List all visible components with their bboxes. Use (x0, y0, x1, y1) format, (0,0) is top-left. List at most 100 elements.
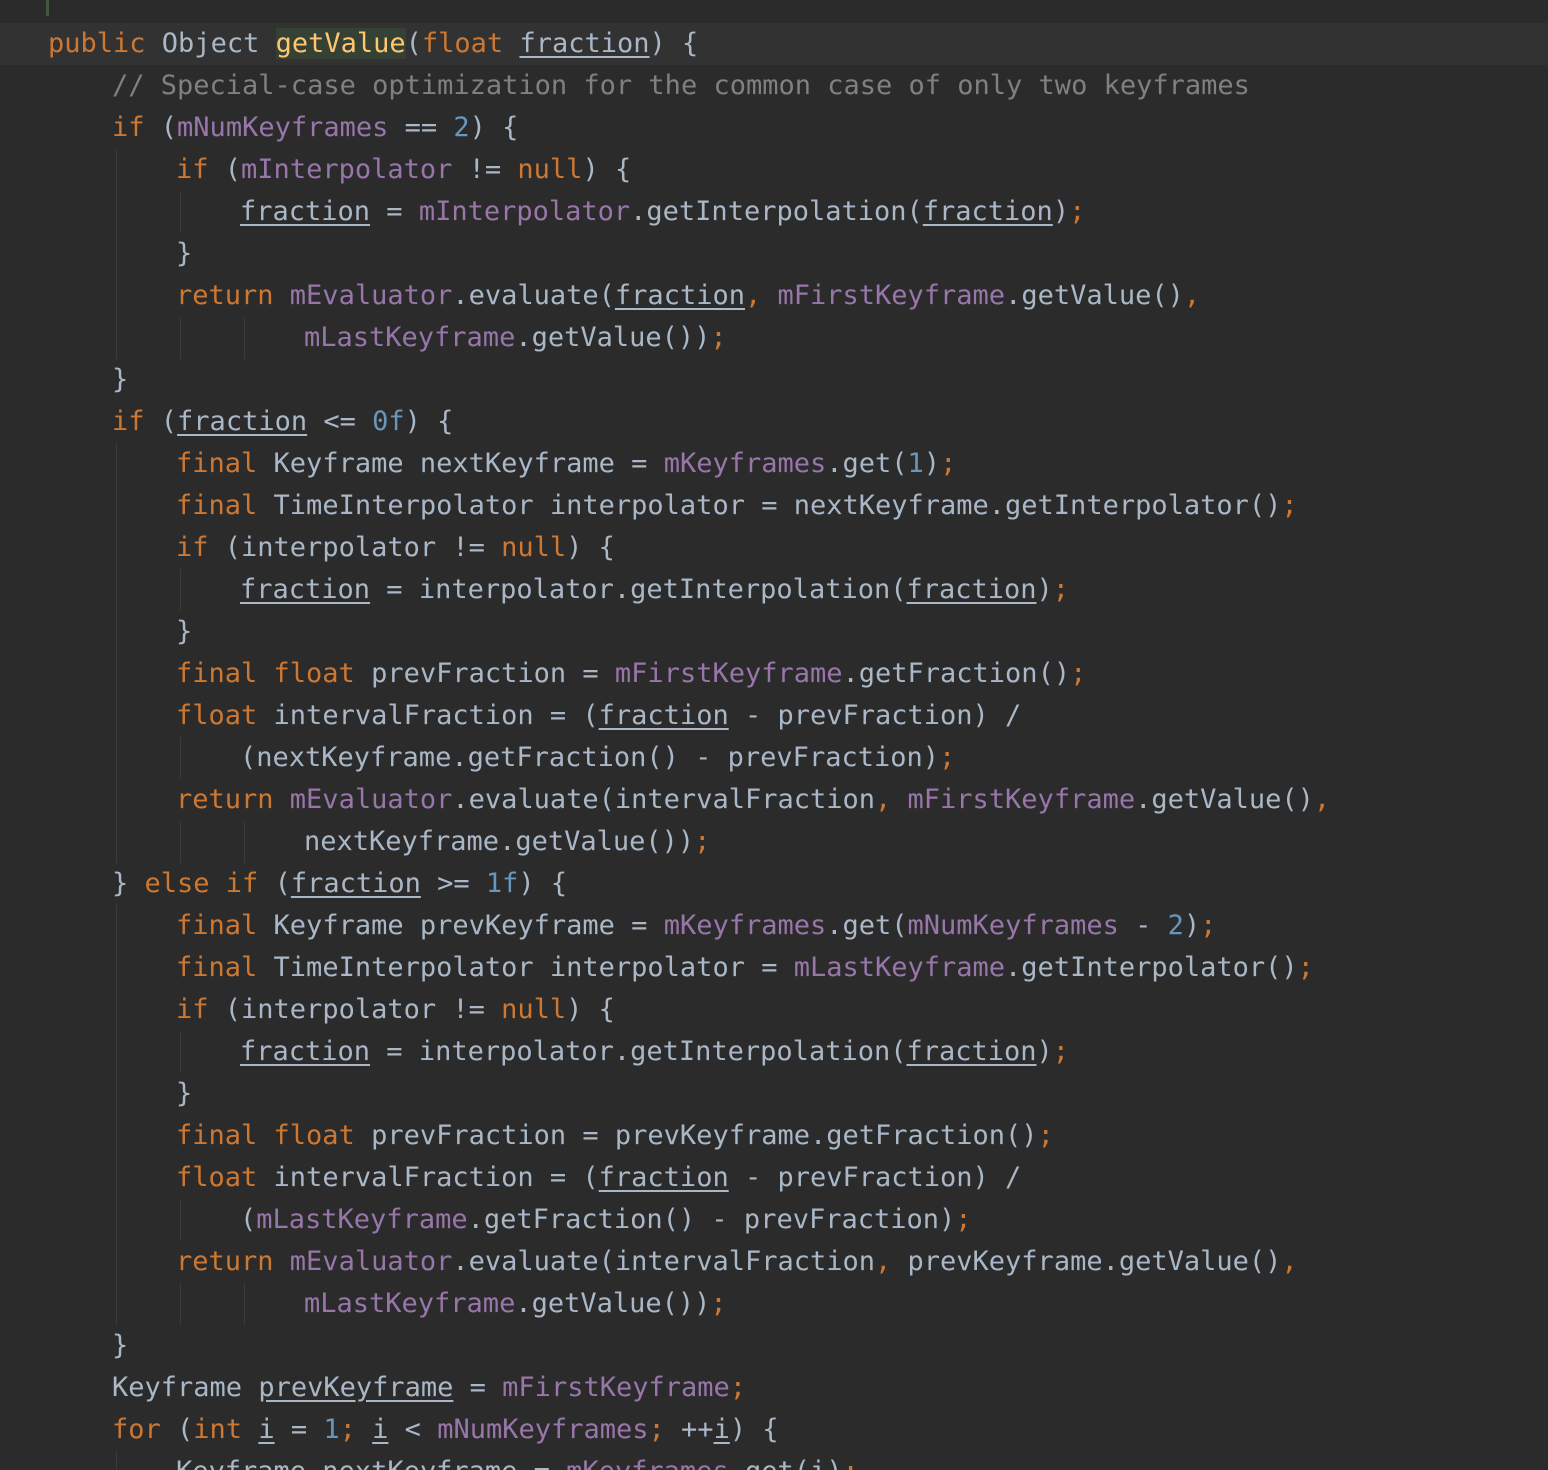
code-token: i (372, 1414, 389, 1445)
code-token: ; (938, 742, 956, 773)
code-line[interactable]: } else if (fraction >= 1f) { (0, 863, 1548, 905)
code-token: .evaluate( (452, 280, 615, 311)
code-line[interactable]: } (0, 233, 1548, 275)
previous-line-fragment (0, 0, 1548, 22)
code-line[interactable]: for (int i = 1; i < mNumKeyframes; ++i) … (0, 1409, 1548, 1451)
code-line[interactable]: if (interpolator != null) { (0, 527, 1548, 569)
code-token: fraction (922, 196, 1053, 227)
code-line[interactable]: final float prevFraction = mFirstKeyfram… (0, 653, 1548, 695)
code-token: , (875, 784, 908, 815)
code-token: } (176, 616, 193, 647)
code-text: public Object getValue(float fraction) { (48, 23, 698, 65)
code-line[interactable]: fraction = interpolator.getInterpolation… (0, 569, 1548, 611)
code-token: ( (160, 406, 178, 437)
code-token: , (1313, 784, 1331, 815)
code-token: .get( (826, 448, 908, 479)
code-line[interactable]: final Keyframe nextKeyframe = mKeyframes… (0, 443, 1548, 485)
code-token: int (193, 1414, 259, 1445)
code-token: ) (1036, 574, 1053, 605)
code-line[interactable]: } (0, 359, 1548, 401)
code-text: final Keyframe nextKeyframe = mKeyframes… (176, 443, 956, 485)
code-token: Object (161, 28, 276, 59)
code-text: float intervalFraction = (fraction - pre… (176, 1157, 1021, 1199)
code-token: .get( (826, 910, 908, 941)
code-token: ; (729, 1372, 747, 1403)
code-line[interactable]: // Special-case optimization for the com… (0, 65, 1548, 107)
code-token: fraction (614, 280, 745, 311)
code-token: intervalFraction = ( (273, 1162, 599, 1193)
code-line[interactable]: mLastKeyframe.getValue()); (0, 317, 1548, 359)
code-line[interactable]: final float prevFraction = prevKeyframe.… (0, 1115, 1548, 1157)
code-line[interactable]: public Object getValue(float fraction) { (0, 23, 1548, 65)
code-line[interactable]: } (0, 1073, 1548, 1115)
code-token: 1 (907, 448, 924, 479)
code-token: ; (1297, 952, 1314, 983)
code-line[interactable]: final TimeInterpolator interpolator = ne… (0, 485, 1548, 527)
code-token: (interpolator != (224, 994, 502, 1025)
code-text: nextKeyframe.getValue()); (304, 821, 710, 863)
code-token: prevKeyframe.getValue() (907, 1246, 1282, 1277)
code-token: ; (1200, 910, 1217, 941)
code-token: >= (420, 868, 486, 899)
code-line[interactable]: nextKeyframe.getValue()); (0, 821, 1548, 863)
code-line[interactable]: (nextKeyframe.getFraction() - prevFracti… (0, 737, 1548, 779)
code-token: return (176, 1246, 290, 1277)
code-token: .get( (729, 1456, 810, 1470)
code-line[interactable]: return mEvaluator.evaluate(fraction, mFi… (0, 275, 1548, 317)
code-token: ) (826, 1456, 842, 1470)
code-line[interactable]: fraction = interpolator.getInterpolation… (0, 1031, 1548, 1073)
code-line[interactable]: return mEvaluator.evaluate(intervalFract… (0, 779, 1548, 821)
code-line[interactable]: fraction = mInterpolator.getInterpolatio… (0, 191, 1548, 233)
code-token: final (176, 490, 274, 521)
code-token: for (112, 1414, 178, 1445)
code-token: ; (710, 322, 727, 353)
code-token: TimeInterpolator interpolator = (273, 952, 794, 983)
code-token: float (176, 700, 274, 731)
code-token: .getValue() (1135, 784, 1314, 815)
code-line[interactable]: Keyframe prevKeyframe = mFirstKeyframe; (0, 1367, 1548, 1409)
code-token: float (176, 1162, 274, 1193)
code-line[interactable]: } (0, 1325, 1548, 1367)
code-text: } (112, 1325, 128, 1367)
code-token: mEvaluator (289, 784, 453, 815)
code-editor[interactable]: public Object getValue(float fraction) {… (0, 0, 1548, 1470)
code-token: fraction (240, 196, 371, 227)
code-token: return (176, 784, 290, 815)
code-token: ; (1281, 490, 1298, 521)
code-line[interactable]: if (mNumKeyframes == 2) { (0, 107, 1548, 149)
code-line[interactable]: final Keyframe prevKeyframe = mKeyframes… (0, 905, 1548, 947)
code-line[interactable]: (mLastKeyframe.getFraction() - prevFract… (0, 1199, 1548, 1241)
code-token: mLastKeyframe (304, 322, 516, 353)
code-token: i (713, 1414, 730, 1445)
code-token: = (274, 1414, 324, 1445)
code-text: final TimeInterpolator interpolator = mL… (176, 947, 1314, 989)
code-line[interactable]: if (fraction <= 0f) { (0, 401, 1548, 443)
code-token: .getValue() (1005, 280, 1184, 311)
code-token: ( (405, 28, 422, 59)
code-text: Keyframe prevKeyframe = mFirstKeyframe; (112, 1367, 746, 1409)
code-token: ( (240, 1204, 257, 1235)
code-text: if (mNumKeyframes == 2) { (112, 107, 518, 149)
code-line[interactable]: Keyframe nextKeyframe = mKeyframes.get(i… (0, 1451, 1548, 1470)
code-token: fraction (290, 868, 421, 899)
code-line[interactable]: if (mInterpolator != null) { (0, 149, 1548, 191)
code-token: } (112, 868, 145, 899)
code-line[interactable]: } (0, 611, 1548, 653)
code-token: .getValue()) (515, 1288, 711, 1319)
code-token: fraction (177, 406, 308, 437)
code-token: ) { (566, 532, 615, 563)
code-text: if (interpolator != null) { (176, 527, 615, 569)
code-token: ; (1052, 574, 1070, 605)
code-line[interactable]: final TimeInterpolator interpolator = mL… (0, 947, 1548, 989)
code-token: = interpolator.getInterpolation( (370, 574, 907, 605)
code-token: , (1281, 1246, 1298, 1277)
code-token: fraction (240, 574, 371, 605)
code-line[interactable]: if (interpolator != null) { (0, 989, 1548, 1031)
code-text: fraction = interpolator.getInterpolation… (240, 569, 1069, 611)
code-token: <= (307, 406, 373, 437)
code-line[interactable]: float intervalFraction = (fraction - pre… (0, 1157, 1548, 1199)
code-line[interactable]: return mEvaluator.evaluate(intervalFract… (0, 1241, 1548, 1283)
code-line[interactable]: float intervalFraction = (fraction - pre… (0, 695, 1548, 737)
code-line[interactable]: mLastKeyframe.getValue()); (0, 1283, 1548, 1325)
code-token: 2 (453, 112, 470, 143)
